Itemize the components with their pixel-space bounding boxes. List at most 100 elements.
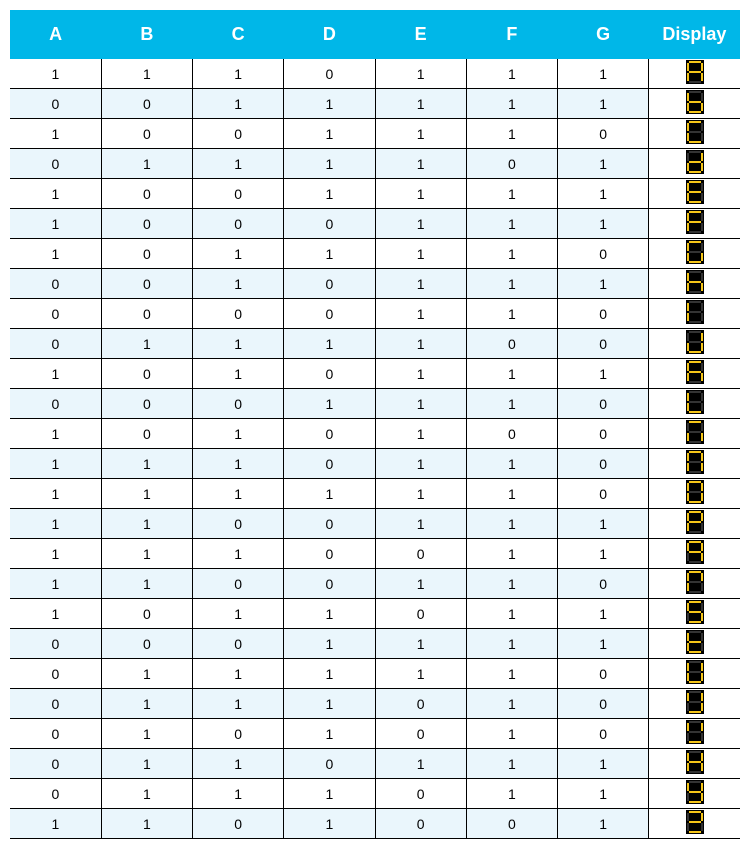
cell-d: 1 (284, 239, 375, 269)
cell-c: 1 (193, 599, 284, 629)
cell-d: 0 (284, 449, 375, 479)
cell-b: 1 (101, 749, 192, 779)
cell-e: 0 (375, 809, 466, 839)
cell-c: 1 (193, 359, 284, 389)
cell-c: 0 (193, 629, 284, 659)
table-row: 1000111 (10, 209, 740, 239)
table-row: 1100110 (10, 569, 740, 599)
cell-b: 1 (101, 479, 192, 509)
cell-c: 1 (193, 239, 284, 269)
cell-f: 1 (466, 179, 557, 209)
seven-segment-icon (686, 210, 704, 234)
cell-f: 1 (466, 59, 557, 89)
table-row: 1111110 (10, 479, 740, 509)
cell-e: 0 (375, 599, 466, 629)
seven-segment-icon (686, 360, 704, 384)
cell-d: 1 (284, 629, 375, 659)
cell-a: 1 (10, 209, 101, 239)
table-row: 0111101 (10, 149, 740, 179)
cell-b: 0 (101, 389, 192, 419)
cell-d: 1 (284, 659, 375, 689)
cell-d: 1 (284, 179, 375, 209)
seven-segment-display (649, 689, 740, 719)
seven-segment-icon (686, 690, 704, 714)
cell-f: 1 (466, 629, 557, 659)
cell-a: 0 (10, 779, 101, 809)
cell-g: 1 (558, 359, 649, 389)
cell-f: 1 (466, 119, 557, 149)
cell-e: 1 (375, 59, 466, 89)
cell-b: 1 (101, 449, 192, 479)
seven-segment-display (649, 809, 740, 839)
cell-a: 1 (10, 449, 101, 479)
cell-d: 1 (284, 149, 375, 179)
table-row: 1011011 (10, 599, 740, 629)
cell-c: 0 (193, 299, 284, 329)
cell-f: 0 (466, 149, 557, 179)
cell-g: 1 (558, 599, 649, 629)
cell-d: 1 (284, 479, 375, 509)
table-row: 0011111 (10, 89, 740, 119)
cell-c: 1 (193, 59, 284, 89)
cell-d: 1 (284, 119, 375, 149)
table-row: 0001110 (10, 389, 740, 419)
cell-b: 1 (101, 569, 192, 599)
cell-a: 0 (10, 659, 101, 689)
seven-segment-display (649, 59, 740, 89)
seven-segment-icon (686, 750, 704, 774)
cell-a: 1 (10, 599, 101, 629)
cell-b: 1 (101, 329, 192, 359)
table-row: 0010111 (10, 269, 740, 299)
cell-b: 0 (101, 629, 192, 659)
cell-a: 0 (10, 389, 101, 419)
seven-segment-display (649, 389, 740, 419)
cell-a: 1 (10, 809, 101, 839)
cell-g: 0 (558, 299, 649, 329)
cell-f: 0 (466, 419, 557, 449)
cell-a: 0 (10, 89, 101, 119)
seven-segment-display (649, 749, 740, 779)
cell-e: 1 (375, 419, 466, 449)
cell-g: 1 (558, 509, 649, 539)
seven-segment-icon (686, 720, 704, 744)
cell-d: 0 (284, 749, 375, 779)
cell-b: 0 (101, 599, 192, 629)
cell-a: 1 (10, 119, 101, 149)
cell-a: 1 (10, 569, 101, 599)
cell-a: 1 (10, 509, 101, 539)
cell-b: 1 (101, 539, 192, 569)
cell-d: 0 (284, 59, 375, 89)
cell-c: 1 (193, 779, 284, 809)
cell-a: 1 (10, 479, 101, 509)
cell-f: 1 (466, 749, 557, 779)
table-row: 1110011 (10, 539, 740, 569)
seven-segment-icon (686, 180, 704, 204)
table-row: 1110110 (10, 449, 740, 479)
seven-segment-display (649, 179, 740, 209)
table-row: 1001110 (10, 119, 740, 149)
cell-f: 1 (466, 569, 557, 599)
seven-segment-display (649, 629, 740, 659)
cell-c: 0 (193, 209, 284, 239)
seven-segment-icon (686, 150, 704, 174)
seven-segment-icon (686, 810, 704, 834)
cell-c: 0 (193, 389, 284, 419)
cell-f: 1 (466, 449, 557, 479)
cell-g: 1 (558, 209, 649, 239)
cell-g: 0 (558, 659, 649, 689)
cell-g: 1 (558, 629, 649, 659)
cell-d: 0 (284, 269, 375, 299)
cell-d: 1 (284, 719, 375, 749)
table-row: 0111110 (10, 659, 740, 689)
seven-segment-display (649, 329, 740, 359)
cell-d: 1 (284, 89, 375, 119)
cell-c: 1 (193, 329, 284, 359)
cell-d: 1 (284, 689, 375, 719)
cell-e: 0 (375, 719, 466, 749)
cell-a: 0 (10, 749, 101, 779)
cell-g: 0 (558, 569, 649, 599)
header-g: G (558, 10, 649, 59)
seven-segment-icon (686, 600, 704, 624)
cell-b: 1 (101, 779, 192, 809)
cell-a: 0 (10, 269, 101, 299)
